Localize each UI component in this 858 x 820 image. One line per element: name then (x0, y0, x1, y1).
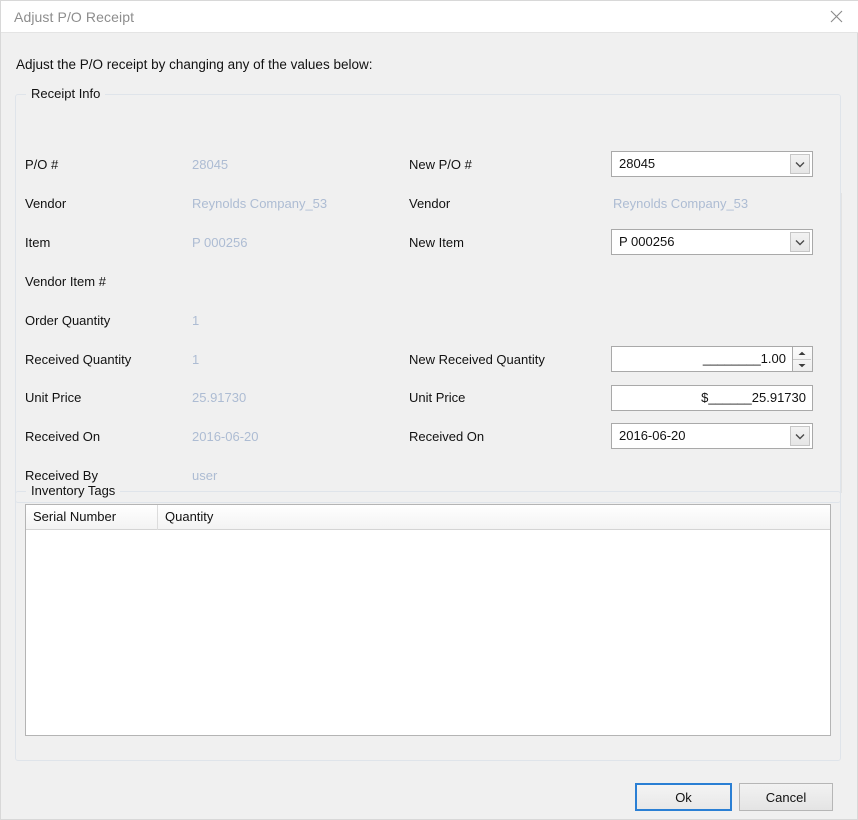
label-received-by: Received By (25, 468, 98, 483)
new-unit-price-value: $______25.91730 (701, 390, 806, 405)
title-bar: Adjust P/O Receipt (1, 1, 858, 33)
value-po-number: 28045 (192, 157, 228, 172)
new-po-number-combobox[interactable]: 28045 (611, 151, 813, 177)
label-new-item: New Item (409, 235, 464, 250)
label-vendor-item-number: Vendor Item # (25, 274, 106, 289)
value-received-by: user (192, 468, 217, 483)
value-vendor: Reynolds Company_53 (192, 196, 327, 211)
quantity-stepper[interactable] (793, 346, 813, 372)
stepper-down-icon[interactable] (793, 359, 811, 371)
adjust-po-receipt-dialog: Adjust P/O Receipt Adjust the P/O receip… (0, 0, 858, 820)
new-item-combobox-value: P 000256 (619, 234, 674, 249)
label-vendor: Vendor (25, 196, 66, 211)
receipt-info-legend: Receipt Info (26, 86, 105, 101)
label-new-vendor: Vendor (409, 196, 450, 211)
receipt-info-group: Receipt Info P/O # Vendor Item Vendor It… (15, 94, 841, 503)
label-order-quantity: Order Quantity (25, 313, 110, 328)
chevron-down-icon[interactable] (790, 232, 810, 252)
close-icon[interactable] (813, 1, 858, 32)
value-unit-price: 25.91730 (192, 390, 246, 405)
dialog-body: Adjust the P/O receipt by changing any o… (1, 33, 857, 819)
new-item-combobox[interactable]: P 000256 (611, 229, 813, 255)
chevron-down-icon[interactable] (790, 154, 810, 174)
inventory-tags-listview[interactable]: Serial Number Quantity (25, 504, 831, 736)
label-new-po-number: New P/O # (409, 157, 472, 172)
new-unit-price-input[interactable]: $______25.91730 (611, 385, 813, 411)
label-new-received-on: Received On (409, 429, 484, 444)
label-unit-price: Unit Price (25, 390, 81, 405)
ok-button-label: Ok (675, 790, 692, 805)
label-received-on: Received On (25, 429, 100, 444)
new-po-number-combobox-value: 28045 (619, 156, 655, 171)
new-received-quantity-value: ________1.00 (703, 351, 786, 366)
ok-button[interactable]: Ok (635, 783, 732, 811)
value-received-quantity: 1 (192, 352, 199, 367)
label-po-number: P/O # (25, 157, 58, 172)
new-received-on-combobox[interactable]: 2016-06-20 (611, 423, 813, 449)
instruction-text: Adjust the P/O receipt by changing any o… (16, 57, 372, 72)
label-new-unit-price: Unit Price (409, 390, 465, 405)
column-header-serial-number[interactable]: Serial Number (26, 505, 158, 530)
value-new-vendor: Reynolds Company_53 (613, 196, 748, 211)
window-title: Adjust P/O Receipt (14, 9, 134, 25)
cancel-button[interactable]: Cancel (739, 783, 833, 811)
panel-scrollbar[interactable] (841, 193, 842, 493)
listview-body[interactable] (26, 530, 830, 735)
new-received-on-combobox-value: 2016-06-20 (619, 428, 686, 443)
value-item: P 000256 (192, 235, 247, 250)
value-received-on: 2016-06-20 (192, 429, 259, 444)
label-new-received-quantity: New Received Quantity (409, 352, 545, 367)
listview-header: Serial Number Quantity (26, 505, 830, 530)
inventory-tags-group: Inventory Tags Serial Number Quantity (15, 491, 841, 761)
inventory-tags-legend: Inventory Tags (26, 483, 120, 498)
column-header-quantity[interactable]: Quantity (158, 505, 830, 530)
new-received-quantity-input[interactable]: ________1.00 (611, 346, 793, 372)
cancel-button-label: Cancel (766, 790, 806, 805)
label-received-quantity: Received Quantity (25, 352, 131, 367)
label-item: Item (25, 235, 50, 250)
value-order-quantity: 1 (192, 313, 199, 328)
chevron-down-icon[interactable] (790, 426, 810, 446)
